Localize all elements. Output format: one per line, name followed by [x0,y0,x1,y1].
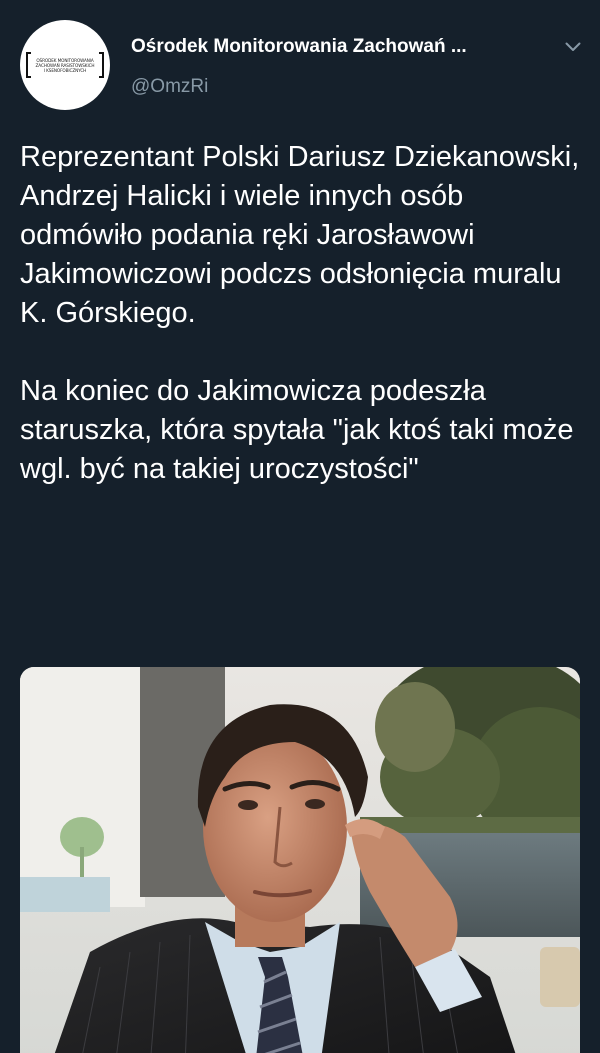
display-name[interactable]: Ośrodek Monitorowania Zachowań ... [131,36,467,58]
tweet: OŚRODEK MONITOROWANIA ZACHOWAŃ RASISTOWS… [0,0,600,1053]
logo-bracket-left [26,52,31,78]
photo-illustration [20,667,580,1053]
tweet-paragraph: Reprezentant Polski Dariusz Dziekanowski… [20,141,580,329]
avatar[interactable]: OŚRODEK MONITOROWANIA ZACHOWAŃ RASISTOWS… [20,20,110,110]
logo-bracket-right [99,52,104,78]
tweet-photo[interactable] [20,667,580,1053]
handle[interactable]: @OmzRi [131,76,208,98]
avatar-logo: OŚRODEK MONITOROWANIA ZACHOWAŃ RASISTOWS… [26,50,104,80]
chevron-down-icon [565,42,581,51]
more-options-button[interactable] [562,36,584,58]
tweet-paragraph: Na koniec do Jakimowicza podeszła starus… [20,375,574,485]
tweet-text: Reprezentant Polski Dariusz Dziekanowski… [20,138,580,489]
avatar-logo-line: I KSENOFOBICZNYCH [43,67,87,73]
